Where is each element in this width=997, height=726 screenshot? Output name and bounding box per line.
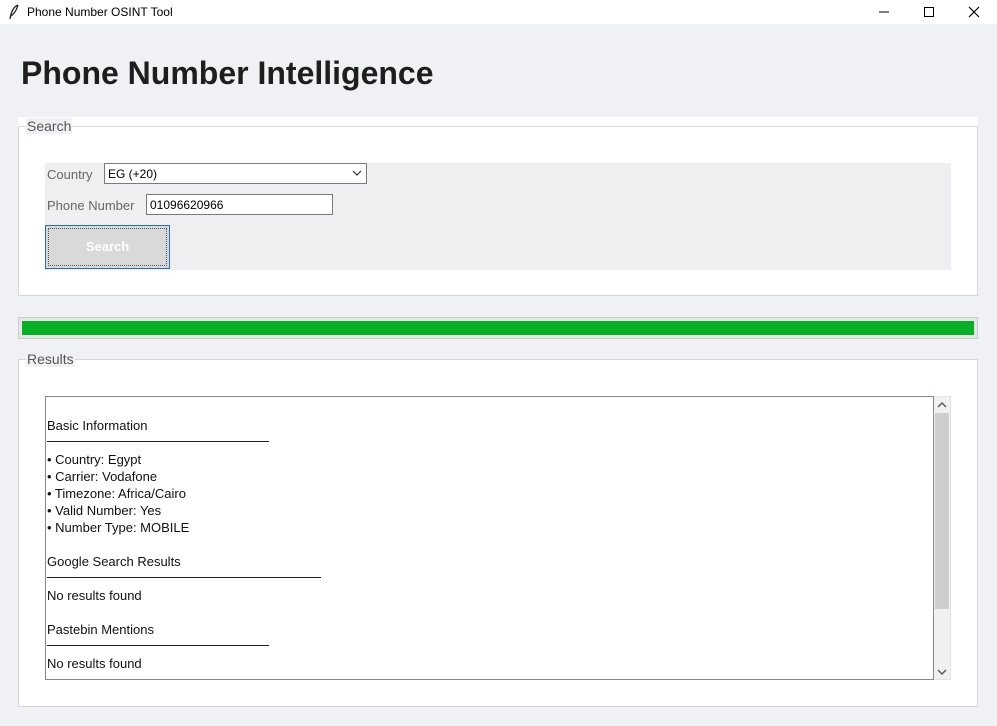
result-line-carrier: • Carrier: Vodafone [47, 469, 158, 484]
section-title-basic-info: Basic Information [47, 418, 148, 433]
section-separator [47, 577, 321, 578]
scrollbar-thumb[interactable] [935, 413, 949, 609]
section-separator [47, 645, 269, 646]
section-title-google: Google Search Results [47, 554, 181, 569]
window-title: Phone Number OSINT Tool [27, 5, 173, 19]
search-legend: Search [26, 118, 73, 134]
results-group-top [18, 350, 978, 359]
result-line-google: No results found [47, 588, 142, 603]
page-title: Phone Number Intelligence [21, 55, 434, 91]
section-title-pastebin: Pastebin Mentions [47, 622, 154, 637]
search-group-top [18, 117, 978, 126]
feather-icon [8, 4, 20, 20]
section-separator [47, 441, 269, 442]
chevron-up-icon[interactable] [937, 401, 947, 408]
chevron-down-icon[interactable] [937, 669, 947, 676]
phone-number-label: Phone Number [47, 198, 135, 213]
chevron-down-icon [352, 170, 362, 176]
results-text-area[interactable]: Basic Information • Country: Egypt • Car… [45, 396, 934, 680]
country-select-value: EG (+20) [108, 167, 158, 181]
close-icon [968, 6, 980, 18]
country-label: Country [47, 167, 93, 182]
results-scrollbar[interactable] [934, 396, 951, 680]
result-line-timezone: • Timezone: Africa/Cairo [47, 486, 186, 501]
close-button[interactable] [951, 0, 997, 24]
result-line-country: • Country: Egypt [47, 452, 142, 467]
result-line-pastebin: No results found [47, 656, 142, 671]
maximize-icon [924, 7, 934, 17]
title-bar: Phone Number OSINT Tool [0, 0, 997, 24]
results-legend: Results [26, 351, 75, 367]
country-select[interactable]: EG (+20) [104, 163, 367, 184]
phone-number-input[interactable]: 01096620966 [146, 194, 333, 215]
minimize-button[interactable] [861, 0, 907, 24]
search-button[interactable]: Search [45, 225, 170, 269]
result-line-type: • Number Type: MOBILE [47, 520, 190, 535]
minimize-icon [879, 11, 889, 13]
result-line-valid: • Valid Number: Yes [47, 503, 162, 518]
progress-fill [22, 321, 974, 335]
maximize-button[interactable] [906, 0, 952, 24]
progress-bar [18, 317, 978, 339]
